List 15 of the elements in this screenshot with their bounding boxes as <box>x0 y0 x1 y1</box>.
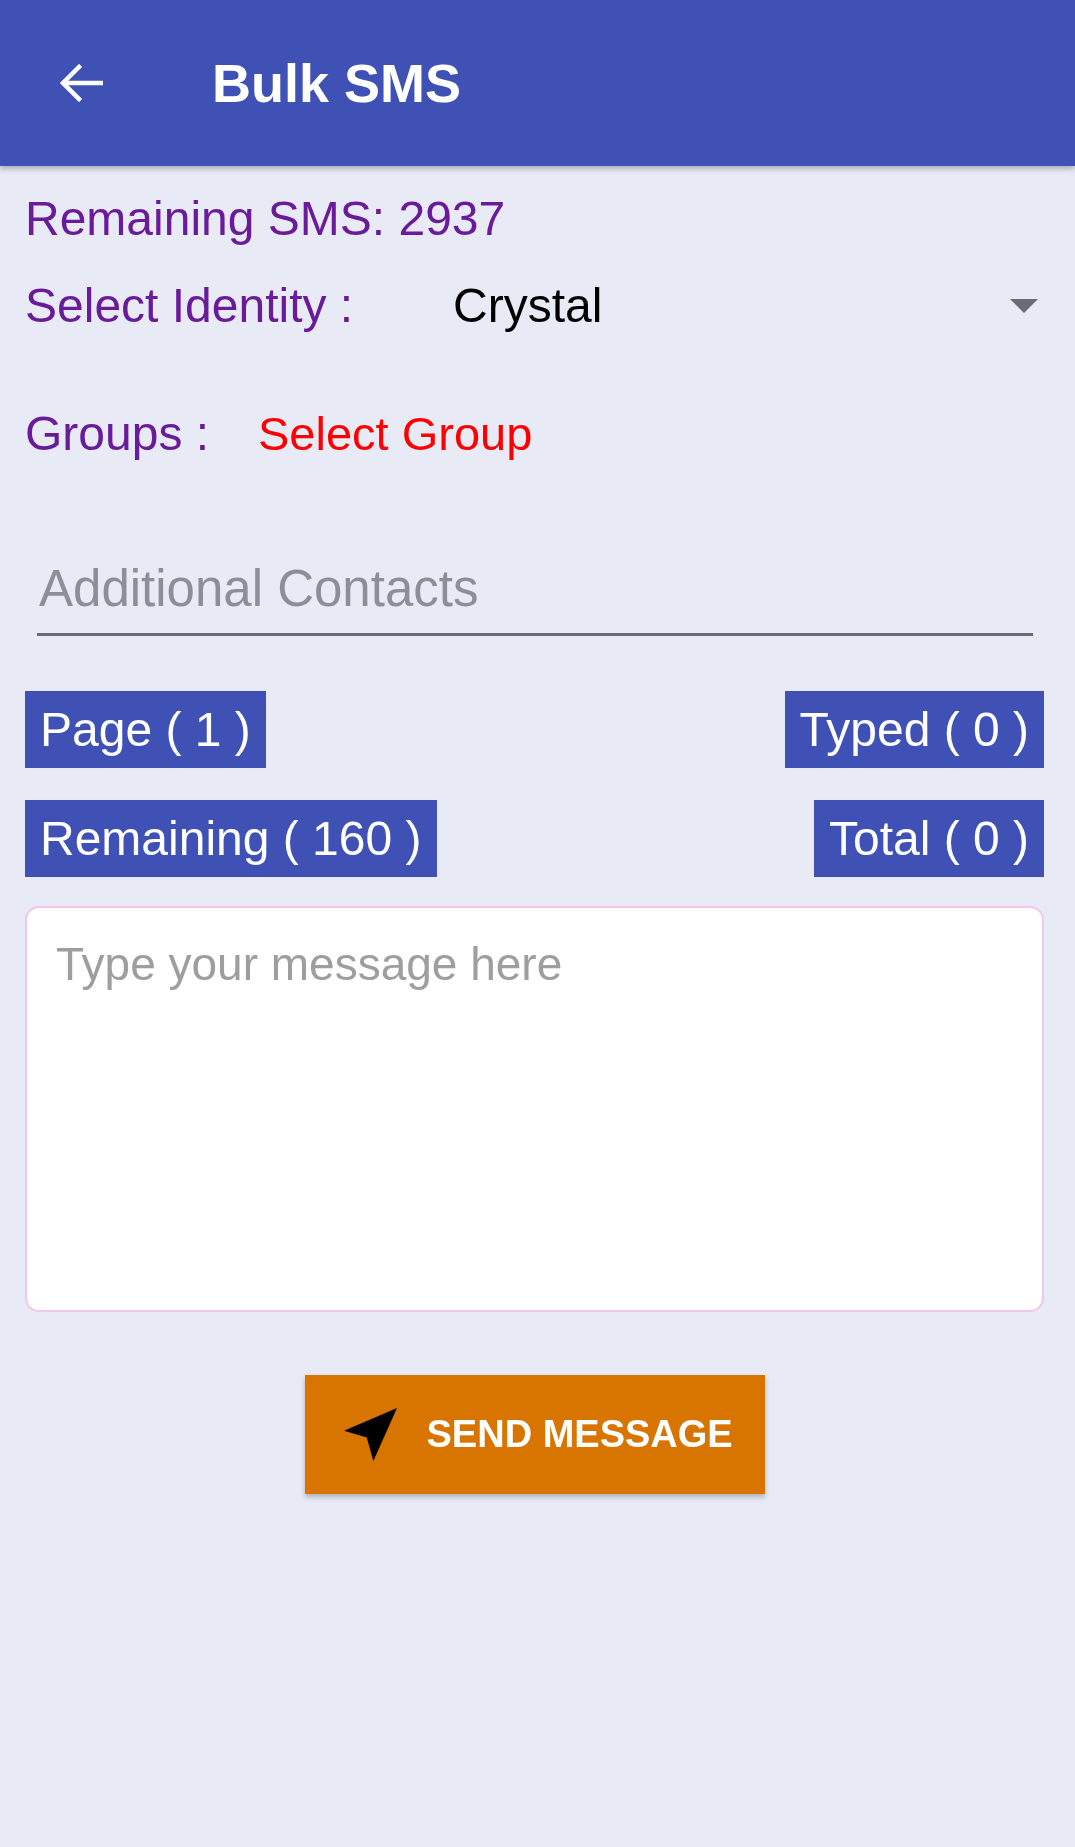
dropdown-caret-icon <box>1010 299 1038 313</box>
counter-label: Typed ( 0 ) <box>784 691 1044 768</box>
additional-contacts-field[interactable]: Additional Contacts <box>37 558 1033 636</box>
identity-dropdown[interactable]: Crystal <box>453 276 1044 336</box>
remaining-sms-text: Remaining SMS: 2937 <box>25 191 507 246</box>
counter-label: Page ( 1 ) <box>25 691 266 768</box>
message-field[interactable]: Type your message here <box>25 906 1044 1312</box>
counter-label: Remaining ( 160 ) <box>25 800 437 877</box>
back-arrow-icon <box>59 64 103 102</box>
screen-title: Bulk SMS <box>212 56 462 110</box>
send-message-button[interactable]: SEND MESSAGE <box>304 1375 765 1494</box>
navigation-arrow-icon <box>343 1408 397 1461</box>
groups-label: Groups : <box>25 405 211 462</box>
identity-label: Select Identity : <box>25 278 355 334</box>
counter-label: Total ( 0 ) <box>813 800 1044 877</box>
